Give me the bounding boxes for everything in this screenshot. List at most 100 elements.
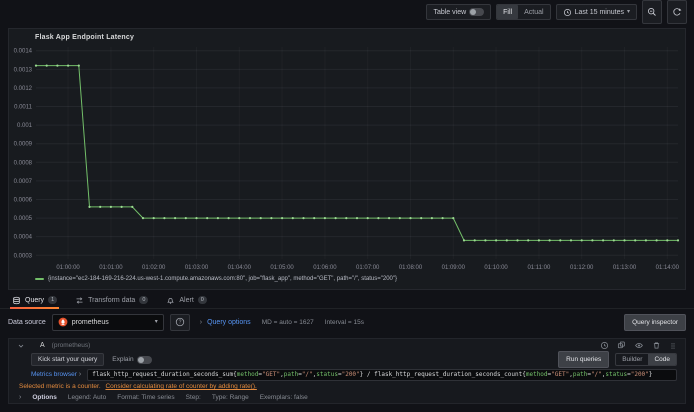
- legend-item[interactable]: {instance="ec2-184-169-216-224.us-west-1…: [35, 276, 397, 282]
- query-row-toolbar: Kick start your query Explain Run querie…: [9, 351, 685, 368]
- zoom-out-button[interactable]: [642, 0, 662, 24]
- svg-text:01:03:00: 01:03:00: [185, 265, 209, 271]
- svg-text:0.0014: 0.0014: [14, 49, 33, 55]
- promql-expression-input[interactable]: flask_http_request_duration_seconds_sum{…: [87, 368, 677, 381]
- svg-text:01:07:00: 01:07:00: [356, 265, 380, 271]
- svg-text:0.0006: 0.0006: [14, 197, 33, 203]
- svg-text:01:00:00: 01:00:00: [56, 265, 80, 271]
- refresh-button[interactable]: [667, 0, 687, 24]
- tab-transform-badge: 0: [139, 296, 149, 304]
- query-inspector-button[interactable]: Query inspector: [624, 313, 686, 331]
- datasource-label: Data source: [8, 318, 46, 326]
- query-history-icon[interactable]: [600, 341, 609, 350]
- svg-text:01:13:00: 01:13:00: [613, 265, 637, 271]
- chart-canvas[interactable]: 0.0014 0.0013 0.0012 0.0011 0.001 0.0009 0.000…: [10, 41, 684, 275]
- query-row-card: A (prometheus) Kick start your query Exp…: [8, 338, 686, 404]
- chevron-down-icon: ▾: [626, 9, 630, 15]
- svg-text:01:12:00: 01:12:00: [570, 265, 594, 271]
- time-range-group: Last 15 minutes ▾: [555, 4, 637, 20]
- explain-toggle[interactable]: Explain: [112, 355, 152, 364]
- tab-query-badge: 1: [48, 296, 58, 304]
- svg-text:0.0009: 0.0009: [14, 142, 33, 148]
- query-row-toolbar-right: Run queries Builder Code: [558, 351, 677, 368]
- options-toggle[interactable]: Options: [32, 394, 57, 401]
- options-format-summary: Format: Time series: [117, 394, 175, 401]
- time-range-label: Last 15 minutes: [574, 8, 624, 16]
- collapse-chevron-icon[interactable]: [17, 342, 25, 350]
- remove-query-trash-icon[interactable]: [652, 341, 661, 350]
- table-view-group: Table view: [426, 4, 492, 20]
- datasource-value: prometheus: [71, 318, 109, 326]
- tab-alert[interactable]: Alert 0: [166, 292, 207, 308]
- svg-text:?: ?: [178, 320, 181, 326]
- svg-text:0.0012: 0.0012: [14, 86, 33, 92]
- max-data-points-summary: MD = auto = 1627: [261, 318, 314, 326]
- code-editor-row: Metrics browser › flask_http_request_dur…: [9, 368, 685, 381]
- tab-transform-label: Transform data: [88, 296, 136, 304]
- svg-text:0.0013: 0.0013: [14, 67, 33, 73]
- hide-response-eye-icon[interactable]: [634, 341, 644, 350]
- run-queries-button[interactable]: Run queries: [558, 351, 610, 368]
- counter-warning: Selected metric is a counter. Consider c…: [9, 381, 685, 392]
- table-view-toggle[interactable]: Table view: [427, 5, 490, 19]
- svg-text:01:08:00: 01:08:00: [399, 265, 423, 271]
- explain-switch[interactable]: [136, 355, 152, 364]
- options-step-summary: Step:: [185, 394, 201, 401]
- tab-transform-data[interactable]: Transform data 0: [75, 292, 149, 308]
- fill-button[interactable]: Fill: [497, 5, 519, 19]
- panel-edit-toolbar: Table view Fill Actual Last 15 minutes ▾: [0, 0, 694, 24]
- actual-button[interactable]: Actual: [518, 5, 549, 19]
- options-exemplars-summary: Exemplars: false: [259, 394, 308, 401]
- chevron-right-icon: ›: [78, 371, 82, 378]
- svg-text:01:04:00: 01:04:00: [228, 265, 252, 271]
- tab-query-label: Query: [25, 296, 45, 304]
- table-view-switch[interactable]: [469, 8, 485, 16]
- builder-code-segment: Builder Code: [615, 353, 677, 366]
- duplicate-query-icon[interactable]: [617, 341, 626, 350]
- datasource-help-button[interactable]: ?: [169, 313, 190, 331]
- svg-text:01:09:00: 01:09:00: [442, 265, 466, 271]
- chevron-right-icon: ›: [19, 394, 22, 401]
- svg-text:0.0003: 0.0003: [14, 253, 33, 259]
- metrics-browser-link[interactable]: Metrics browser ›: [31, 371, 81, 378]
- interval-summary: Interval = 15s: [324, 318, 364, 326]
- query-row-actions: [600, 341, 677, 351]
- query-options-toggle[interactable]: › Query options: [200, 319, 251, 326]
- tab-alert-badge: 0: [197, 296, 207, 304]
- chevron-down-icon: ▾: [154, 319, 158, 325]
- clock-icon: [563, 8, 572, 17]
- time-range-picker[interactable]: Last 15 minutes ▾: [557, 5, 636, 19]
- builder-option[interactable]: Builder: [616, 354, 648, 365]
- svg-text:0.0008: 0.0008: [14, 160, 33, 166]
- datasource-bar: Data source prometheus ▾ ? › Query optio…: [8, 312, 686, 332]
- query-expression: flask_http_request_duration_seconds_sum{…: [92, 370, 653, 378]
- datasource-picker[interactable]: prometheus ▾: [51, 313, 164, 331]
- kick-start-query-button[interactable]: Kick start your query: [31, 353, 105, 366]
- options-type-summary: Type: Range: [211, 394, 249, 401]
- tab-query[interactable]: Query 1: [9, 292, 60, 309]
- refresh-icon: [672, 7, 682, 17]
- zoom-out-icon: [647, 7, 657, 17]
- legend-series-label: {instance="ec2-184-169-216-224.us-west-1…: [48, 276, 397, 282]
- time-series-panel: Flask App Endpoint Latency 0.0014 0.0013 0…: [8, 28, 686, 290]
- chevron-right-icon: ›: [199, 318, 203, 326]
- database-icon: [12, 296, 21, 305]
- drag-handle-icon[interactable]: [669, 341, 677, 351]
- query-options-link: Query options: [207, 318, 251, 326]
- svg-text:0.0004: 0.0004: [14, 235, 33, 241]
- grafana-panel-edit-screen: { "toolbar": { "table_view_label": "Tabl…: [0, 0, 694, 412]
- svg-text:0.0005: 0.0005: [14, 216, 33, 222]
- prometheus-icon: [58, 317, 68, 327]
- svg-text:01:06:00: 01:06:00: [313, 265, 337, 271]
- code-option[interactable]: Code: [648, 354, 676, 365]
- svg-text:01:05:00: 01:05:00: [270, 265, 294, 271]
- fill-actual-segment: Fill Actual: [496, 4, 551, 20]
- query-datasource-hint: (prometheus): [51, 342, 91, 349]
- explain-label: Explain: [112, 356, 134, 363]
- transform-arrows-icon: [75, 296, 84, 305]
- editor-tabs: Query 1 Transform data 0 Alert 0: [0, 292, 694, 309]
- bell-icon: [166, 296, 175, 305]
- warning-hint-link[interactable]: Consider calculating rate of counter by …: [105, 383, 256, 390]
- panel-title: Flask App Endpoint Latency: [35, 34, 135, 41]
- table-view-label: Table view: [433, 8, 467, 16]
